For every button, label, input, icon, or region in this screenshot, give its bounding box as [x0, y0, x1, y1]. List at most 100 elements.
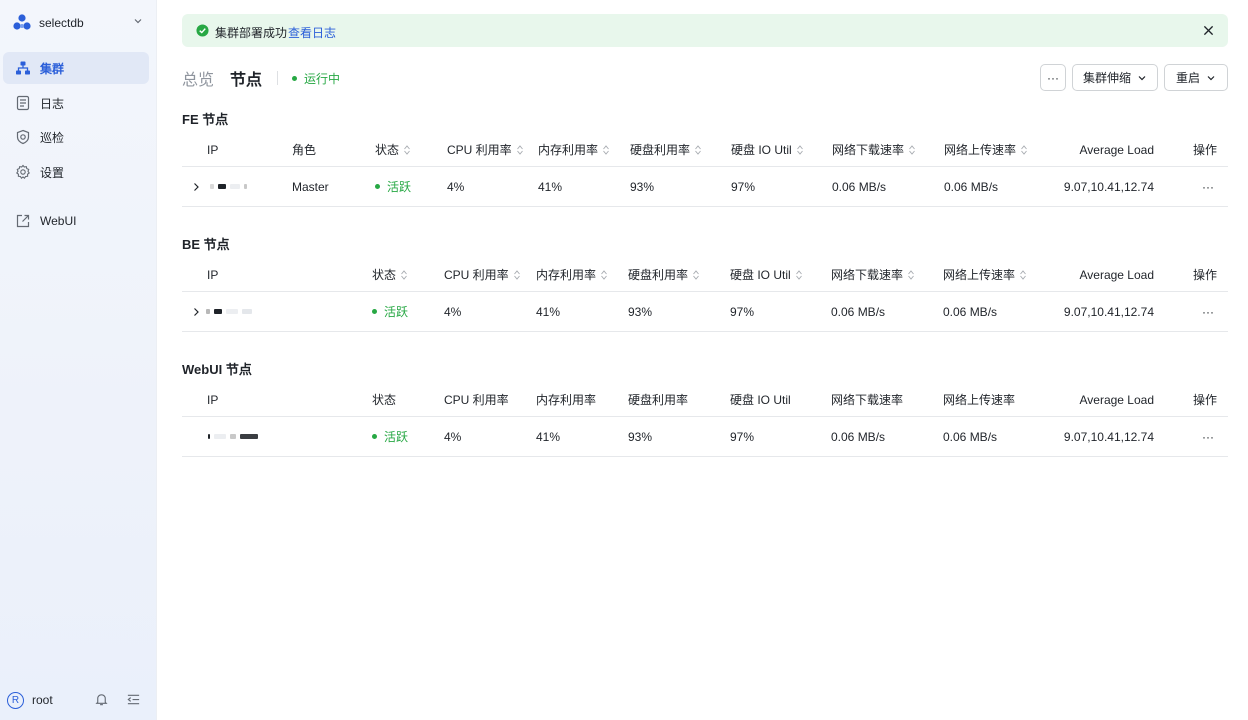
sidebar-item-label: 集群: [40, 61, 65, 76]
column-header[interactable]: 内存利用率: [536, 258, 607, 291]
column-header: 角色: [292, 143, 317, 157]
avg-load-cell: 9.07,10.41,12.74: [1063, 179, 1154, 194]
sort-icon[interactable]: [1020, 269, 1026, 280]
node-status-text: 活跃: [387, 180, 412, 194]
column-header[interactable]: 网络上传速率: [944, 133, 1027, 166]
brand-switcher[interactable]: selectdb: [12, 12, 144, 34]
disk-cell: 93%: [630, 179, 655, 194]
node-status-text: 活跃: [384, 430, 409, 444]
restart-label: 重启: [1175, 71, 1200, 85]
column-header[interactable]: 状态: [375, 133, 410, 166]
sort-icon[interactable]: [1021, 144, 1027, 155]
table-header: IP 状态 CPU 利用率 内存利用率 硬盘利用率 硬盘 IO Util 网络下…: [182, 258, 1228, 292]
column-header[interactable]: 网络下载速率: [832, 133, 915, 166]
avg-load-cell: 9.07,10.41,12.74: [1063, 304, 1154, 319]
chevron-right-icon[interactable]: [192, 182, 200, 192]
sort-icon[interactable]: [516, 144, 523, 155]
column-header[interactable]: 硬盘 IO Util: [731, 133, 803, 166]
cluster-status-text: 运行中: [304, 72, 341, 86]
table-row[interactable]: 活跃 4% 41% 93% 97% 0.06 MB/s 0.06 MB/s 9.…: [182, 292, 1228, 332]
column-header[interactable]: 硬盘 IO Util: [730, 258, 802, 291]
status-cell: 活跃: [372, 417, 408, 456]
cluster-scale-button[interactable]: 集群伸缩: [1072, 64, 1158, 91]
node-status-text: 活跃: [384, 305, 409, 319]
sidebar-item-cluster[interactable]: 集群: [3, 52, 149, 84]
net-down-cell: 0.06 MB/s: [831, 304, 886, 319]
success-alert: 集群部署成功 查看日志: [182, 14, 1228, 47]
role-cell: Master: [292, 179, 329, 194]
sort-icon[interactable]: [695, 144, 701, 155]
net-up-cell: 0.06 MB/s: [943, 304, 998, 319]
column-header[interactable]: 内存利用率: [538, 133, 609, 166]
collapse-sidebar-icon[interactable]: [126, 692, 141, 707]
sort-icon[interactable]: [601, 269, 607, 280]
sort-icon[interactable]: [908, 269, 914, 280]
chevron-down-icon[interactable]: [132, 15, 144, 27]
avatar[interactable]: R: [7, 692, 24, 709]
sort-icon[interactable]: [513, 269, 520, 280]
table-row[interactable]: Master 活跃 4% 41% 93% 97% 0.06 MB/s 0.06 …: [182, 167, 1228, 207]
column-header[interactable]: 硬盘利用率: [628, 258, 699, 291]
expand-cell[interactable]: [192, 167, 200, 206]
sidebar-item-label: 日志: [40, 96, 65, 111]
mem-cell: 41%: [536, 429, 561, 444]
sort-icon[interactable]: [401, 269, 407, 280]
sort-icon[interactable]: [796, 144, 803, 155]
column-header: 操作: [1193, 393, 1218, 407]
table-header: IP 状态 CPU 利用率 内存利用率 硬盘利用率 硬盘 IO Util 网络下…: [182, 383, 1228, 417]
table-row[interactable]: 活跃 4% 41% 93% 97% 0.06 MB/s 0.06 MB/s 9.…: [182, 417, 1228, 457]
status-dot: [375, 184, 380, 189]
expand-cell[interactable]: [192, 292, 200, 331]
column-header: 硬盘 IO Util: [730, 393, 791, 407]
sort-icon[interactable]: [693, 269, 699, 280]
more-actions-button[interactable]: ···: [1040, 64, 1066, 91]
column-header[interactable]: 状态: [372, 258, 407, 291]
column-header[interactable]: 网络上传速率: [943, 258, 1026, 291]
disk-io-cell: 97%: [730, 304, 755, 319]
webui-section-title: WebUI 节点: [182, 362, 252, 377]
column-header[interactable]: CPU 利用率: [444, 258, 520, 291]
chevron-right-icon[interactable]: [192, 307, 200, 317]
cpu-cell: 4%: [444, 304, 462, 319]
ip-cell-masked: [210, 167, 247, 206]
log-icon: [16, 95, 30, 111]
disk-io-cell: 97%: [731, 179, 756, 194]
sidebar-item-inspection[interactable]: 巡检: [3, 121, 149, 153]
mem-cell: 41%: [536, 304, 561, 319]
masked-ip: [210, 184, 247, 189]
net-up-cell: 0.06 MB/s: [943, 429, 998, 444]
bell-icon[interactable]: [94, 692, 109, 707]
sort-icon[interactable]: [795, 269, 802, 280]
status-dot: [372, 309, 377, 314]
username[interactable]: root: [32, 693, 53, 707]
column-header: Average Load: [1079, 392, 1154, 407]
column-header: IP: [207, 392, 219, 407]
net-up-cell: 0.06 MB/s: [944, 179, 999, 194]
column-header: 状态: [372, 393, 397, 407]
column-header[interactable]: CPU 利用率: [447, 133, 523, 166]
column-header[interactable]: 网络下载速率: [831, 258, 914, 291]
sort-icon[interactable]: [909, 144, 915, 155]
cpu-cell: 4%: [444, 429, 462, 444]
row-actions-button[interactable]: ···: [1202, 417, 1214, 456]
column-header[interactable]: 硬盘利用率: [630, 133, 701, 166]
sidebar-item-webui[interactable]: WebUI: [3, 205, 149, 237]
column-header: 网络下载速率: [831, 393, 904, 407]
restart-button[interactable]: 重启: [1164, 64, 1228, 91]
fe-node-table: IP 角色 状态 CPU 利用率 内存利用率 硬盘利用率 硬盘 IO Util …: [182, 133, 1228, 207]
sidebar-item-log[interactable]: 日志: [3, 87, 149, 119]
tab-nodes[interactable]: 节点: [230, 66, 262, 90]
table-header: IP 角色 状态 CPU 利用率 内存利用率 硬盘利用率 硬盘 IO Util …: [182, 133, 1228, 167]
gear-icon: [16, 164, 30, 180]
sidebar-item-settings[interactable]: 设置: [3, 156, 149, 188]
column-header: IP: [207, 267, 219, 282]
row-actions-button[interactable]: ···: [1202, 167, 1214, 206]
close-icon[interactable]: [1203, 25, 1214, 36]
tab-overview[interactable]: 总览: [182, 66, 214, 90]
net-down-cell: 0.06 MB/s: [832, 179, 887, 194]
row-actions-button[interactable]: ···: [1202, 292, 1214, 331]
view-log-link[interactable]: 查看日志: [288, 24, 336, 41]
tab-divider: [277, 71, 278, 85]
sort-icon[interactable]: [603, 144, 609, 155]
sort-icon[interactable]: [404, 144, 410, 155]
